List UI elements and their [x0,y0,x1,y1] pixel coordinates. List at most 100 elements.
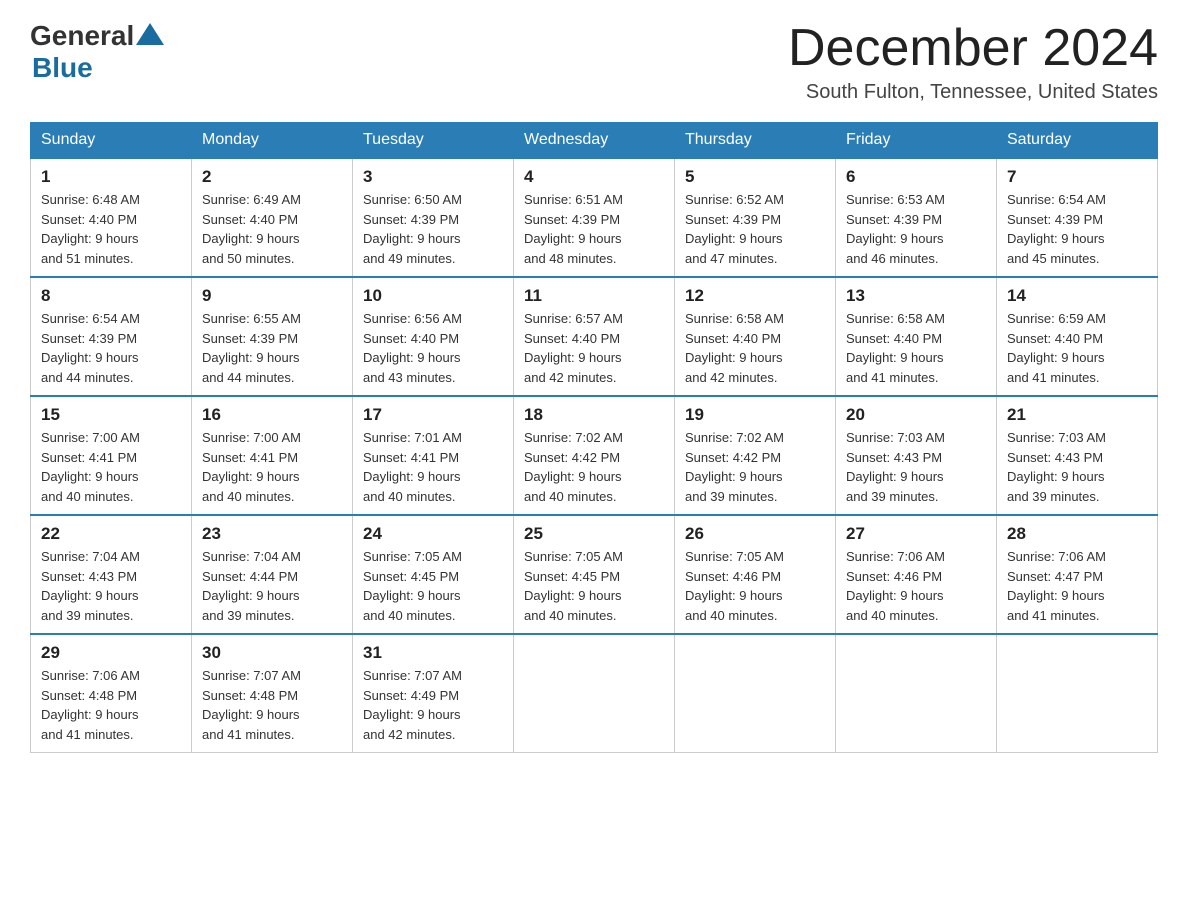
calendar-title: December 2024 [788,20,1158,77]
day-number: 16 [202,405,342,425]
day-number: 11 [524,286,664,306]
logo: General Blue [30,20,164,84]
day-info: Sunrise: 7:02 AMSunset: 4:42 PMDaylight:… [685,428,825,506]
calendar-cell: 19Sunrise: 7:02 AMSunset: 4:42 PMDayligh… [675,396,836,515]
day-number: 18 [524,405,664,425]
header-right: December 2024 South Fulton, Tennessee, U… [788,20,1158,104]
calendar-cell: 24 Sunrise: 7:05 AMSunset: 4:45 PMDayligh… [353,515,514,634]
column-header-tuesday: Tuesday [353,123,514,159]
day-info: Sunrise: 6:59 AMSunset: 4:40 PMDaylight:… [1007,309,1147,387]
day-info: Sunrise: 7:04 AMSunset: 4:44 PMDaylight:… [202,547,342,625]
day-info: Sunrise: 6:56 AMSunset: 4:40 PMDaylight:… [363,309,503,387]
calendar-cell: 29 Sunrise: 7:06 AMSunset: 4:48 PMDayligh… [31,634,192,753]
day-info: Sunrise: 7:05 AMSunset: 4:46 PMDaylight:… [685,547,825,625]
calendar-cell: 28 Sunrise: 7:06 AMSunset: 4:47 PMDayligh… [997,515,1158,634]
day-info: Sunrise: 7:07 AMSunset: 4:48 PMDaylight:… [202,666,342,744]
calendar-cell: 8Sunrise: 6:54 AMSunset: 4:39 PMDaylight… [31,277,192,396]
day-info: Sunrise: 7:06 AMSunset: 4:46 PMDaylight:… [846,547,986,625]
day-number: 27 [846,524,986,544]
calendar-cell: 2 Sunrise: 6:49 AMSunset: 4:40 PMDaylight… [192,158,353,277]
day-info: Sunrise: 7:00 AMSunset: 4:41 PMDaylight:… [202,428,342,506]
week-row-2: 8Sunrise: 6:54 AMSunset: 4:39 PMDaylight… [31,277,1158,396]
day-number: 6 [846,167,986,187]
calendar-cell: 21 Sunrise: 7:03 AMSunset: 4:43 PMDayligh… [997,396,1158,515]
calendar-cell: 7Sunrise: 6:54 AMSunset: 4:39 PMDaylight… [997,158,1158,277]
logo-blue-text: Blue [32,52,93,84]
day-number: 12 [685,286,825,306]
day-info: Sunrise: 6:54 AMSunset: 4:39 PMDaylight:… [1007,190,1147,268]
column-header-sunday: Sunday [31,123,192,159]
day-info: Sunrise: 6:58 AMSunset: 4:40 PMDaylight:… [685,309,825,387]
day-number: 26 [685,524,825,544]
day-info: Sunrise: 7:03 AMSunset: 4:43 PMDaylight:… [1007,428,1147,506]
calendar-subtitle: South Fulton, Tennessee, United States [788,81,1158,104]
calendar-cell: 27 Sunrise: 7:06 AMSunset: 4:46 PMDayligh… [836,515,997,634]
calendar-cell: 16 Sunrise: 7:00 AMSunset: 4:41 PMDayligh… [192,396,353,515]
calendar-cell: 20 Sunrise: 7:03 AMSunset: 4:43 PMDayligh… [836,396,997,515]
logo-triangle-icon [136,23,164,45]
calendar-header-row: SundayMondayTuesdayWednesdayThursdayFrid… [31,123,1158,159]
calendar-cell [836,634,997,753]
day-number: 4 [524,167,664,187]
day-number: 3 [363,167,503,187]
day-info: Sunrise: 7:04 AMSunset: 4:43 PMDaylight:… [41,547,181,625]
day-info: Sunrise: 6:48 AMSunset: 4:40 PMDaylight:… [41,190,181,268]
calendar-cell [675,634,836,753]
day-number: 17 [363,405,503,425]
calendar-cell: 13 Sunrise: 6:58 AMSunset: 4:40 PMDayligh… [836,277,997,396]
day-info: Sunrise: 6:51 AMSunset: 4:39 PMDaylight:… [524,190,664,268]
day-info: Sunrise: 6:55 AMSunset: 4:39 PMDaylight:… [202,309,342,387]
day-number: 13 [846,286,986,306]
day-number: 14 [1007,286,1147,306]
logo-general-text: General [30,20,134,52]
week-row-3: 15 Sunrise: 7:00 AMSunset: 4:41 PMDayligh… [31,396,1158,515]
calendar-cell: 22Sunrise: 7:04 AMSunset: 4:43 PMDayligh… [31,515,192,634]
day-info: Sunrise: 7:05 AMSunset: 4:45 PMDaylight:… [363,547,503,625]
day-info: Sunrise: 7:06 AMSunset: 4:47 PMDaylight:… [1007,547,1147,625]
day-info: Sunrise: 7:02 AMSunset: 4:42 PMDaylight:… [524,428,664,506]
day-number: 1 [41,167,181,187]
calendar-cell: 31Sunrise: 7:07 AMSunset: 4:49 PMDayligh… [353,634,514,753]
calendar-cell: 11Sunrise: 6:57 AMSunset: 4:40 PMDayligh… [514,277,675,396]
day-info: Sunrise: 6:49 AMSunset: 4:40 PMDaylight:… [202,190,342,268]
day-number: 2 [202,167,342,187]
column-header-friday: Friday [836,123,997,159]
day-info: Sunrise: 6:52 AMSunset: 4:39 PMDaylight:… [685,190,825,268]
calendar-table: SundayMondayTuesdayWednesdayThursdayFrid… [30,122,1158,753]
column-header-monday: Monday [192,123,353,159]
calendar-cell: 1 Sunrise: 6:48 AMSunset: 4:40 PMDaylight… [31,158,192,277]
calendar-cell: 30 Sunrise: 7:07 AMSunset: 4:48 PMDayligh… [192,634,353,753]
day-number: 30 [202,643,342,663]
day-info: Sunrise: 7:05 AMSunset: 4:45 PMDaylight:… [524,547,664,625]
calendar-cell: 17 Sunrise: 7:01 AMSunset: 4:41 PMDayligh… [353,396,514,515]
calendar-cell: 10 Sunrise: 6:56 AMSunset: 4:40 PMDayligh… [353,277,514,396]
calendar-cell: 5 Sunrise: 6:52 AMSunset: 4:39 PMDaylight… [675,158,836,277]
day-info: Sunrise: 6:53 AMSunset: 4:39 PMDaylight:… [846,190,986,268]
day-number: 10 [363,286,503,306]
calendar-cell: 18 Sunrise: 7:02 AMSunset: 4:42 PMDayligh… [514,396,675,515]
calendar-cell: 9Sunrise: 6:55 AMSunset: 4:39 PMDaylight… [192,277,353,396]
day-number: 25 [524,524,664,544]
day-number: 23 [202,524,342,544]
calendar-cell [514,634,675,753]
day-info: Sunrise: 7:01 AMSunset: 4:41 PMDaylight:… [363,428,503,506]
day-number: 29 [41,643,181,663]
day-info: Sunrise: 7:03 AMSunset: 4:43 PMDaylight:… [846,428,986,506]
day-number: 28 [1007,524,1147,544]
day-number: 31 [363,643,503,663]
calendar-cell: 4 Sunrise: 6:51 AMSunset: 4:39 PMDaylight… [514,158,675,277]
day-info: Sunrise: 6:58 AMSunset: 4:40 PMDaylight:… [846,309,986,387]
day-info: Sunrise: 7:06 AMSunset: 4:48 PMDaylight:… [41,666,181,744]
day-number: 24 [363,524,503,544]
day-number: 20 [846,405,986,425]
column-header-thursday: Thursday [675,123,836,159]
calendar-cell: 14 Sunrise: 6:59 AMSunset: 4:40 PMDayligh… [997,277,1158,396]
day-info: Sunrise: 6:50 AMSunset: 4:39 PMDaylight:… [363,190,503,268]
calendar-cell: 3 Sunrise: 6:50 AMSunset: 4:39 PMDaylight… [353,158,514,277]
week-row-1: 1 Sunrise: 6:48 AMSunset: 4:40 PMDaylight… [31,158,1158,277]
day-number: 15 [41,405,181,425]
calendar-cell: 23 Sunrise: 7:04 AMSunset: 4:44 PMDayligh… [192,515,353,634]
day-number: 21 [1007,405,1147,425]
day-number: 5 [685,167,825,187]
day-info: Sunrise: 7:00 AMSunset: 4:41 PMDaylight:… [41,428,181,506]
